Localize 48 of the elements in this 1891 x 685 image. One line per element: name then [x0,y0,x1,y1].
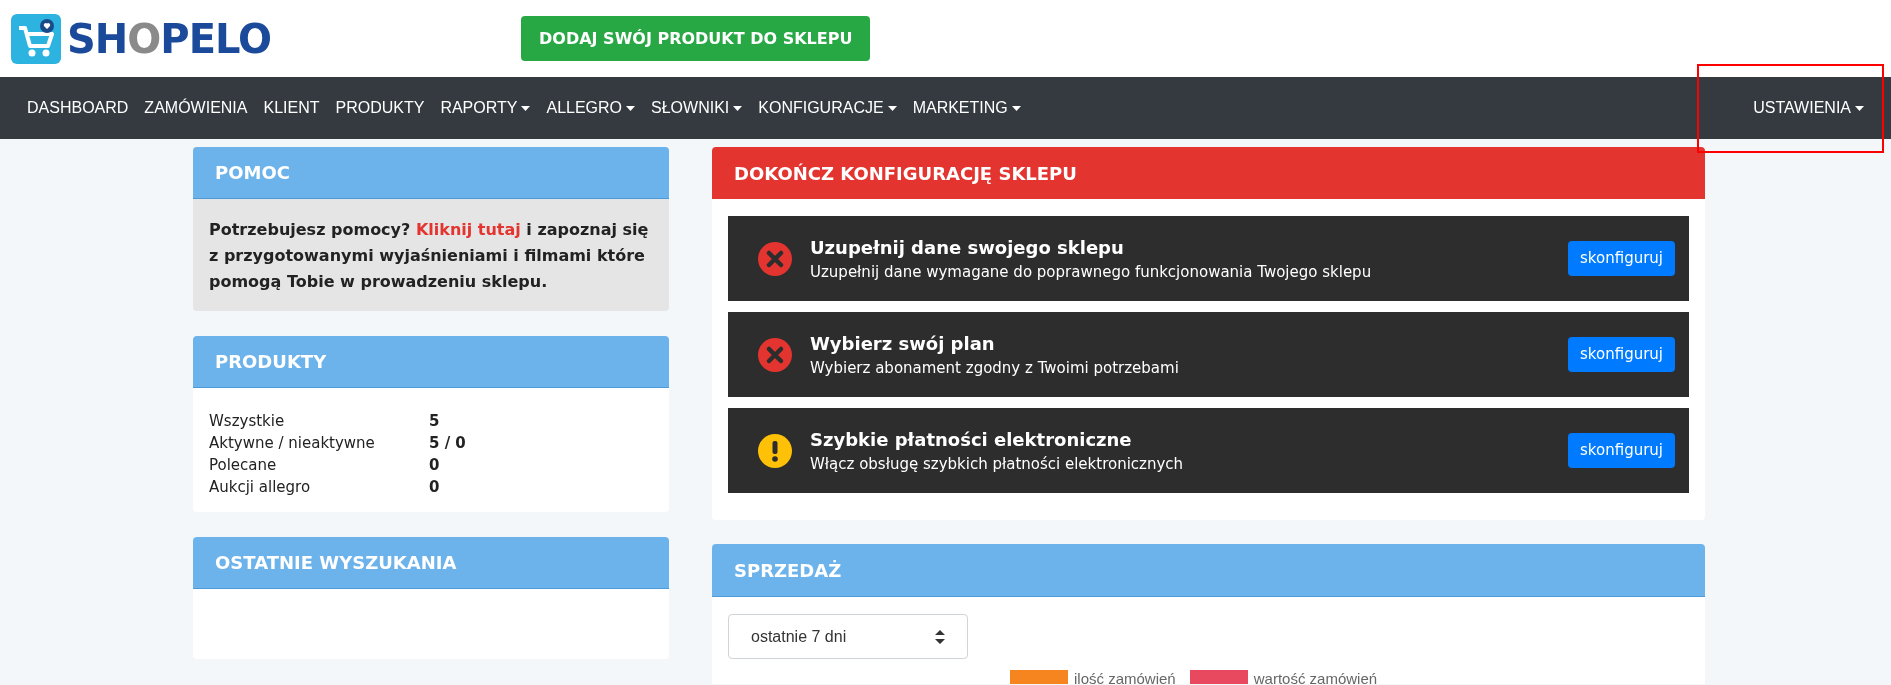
stat-value: 0 [429,477,440,498]
error-icon [758,241,792,276]
configure-button[interactable]: skonfiguruj [1568,337,1675,372]
help-text: Potrzebujesz pomocy? Kliknij tutaj i zapoznaj się z przygotowanymi wyjaśnieniami i filmami które pomogą Tobie w prowadzeniu sklepu. [208,219,650,293]
configure-button[interactable]: skonfiguruj [1568,433,1675,468]
task-title: Wybierz swój plan [810,331,996,356]
nav-link[interactable]: MARKETING [907,96,1026,120]
nav-link[interactable]: KLIENT [258,96,325,120]
cart-logo-icon [11,13,61,64]
caret-icon [887,105,897,111]
period-select[interactable]: ostatnie 7 dni [728,614,968,659]
configure-button[interactable]: skonfiguruj [1568,241,1675,276]
stat-value: 5 [429,411,440,432]
stat-value: 5 / 0 [429,433,466,454]
nav-link[interactable]: ZAMÓWIENIA [139,96,253,120]
panel-title: POMOC [215,161,290,185]
task-title: Szybkie płatności elektroniczne [810,427,1133,452]
nav-link[interactable]: RAPORTY [435,96,536,120]
stat-label: Wszystkie [209,411,286,432]
task-title: Uzupełnij dane swojego sklepu [810,235,1125,260]
logo-text: SHOPELO [67,18,272,59]
nav-link[interactable]: ALLEGRO [541,96,641,120]
panel-title: PRODUKTY [215,350,327,374]
caret-icon [1011,105,1021,111]
error-icon [758,337,792,372]
stat-label: Polecane [209,455,278,476]
sort-arrows-icon [935,629,945,644]
nav-link[interactable]: DASHBOARD [22,96,134,120]
caret-icon [521,105,531,111]
task-description: Włącz obsługę szybkich płatności elektronicznych [810,453,1185,475]
stat-value: 0 [429,455,440,476]
stat-label: Aktywne / nieaktywne [209,433,376,454]
nav-link[interactable]: KONFIGURACJE [753,96,902,120]
task-description: Wybierz abonament zgodny z Twoimi potrzebami [810,357,1180,379]
panel-title: SPRZEDAŻ [734,558,842,583]
nav-link[interactable]: PRODUKTY [330,96,430,120]
nav-link[interactable]: USTAWIENIA [1748,96,1869,120]
nav-link[interactable]: SŁOWNIKI [646,96,748,120]
panel-title: DOKOŃCZ KONFIGURACJĘ SKLEPU [734,161,1077,186]
stat-label: Aukcji allegro [209,477,312,498]
legend-label: ilość zamówień [1074,670,1176,684]
warning-icon [758,433,792,468]
caret-icon [733,105,743,111]
panel-title: OSTATNIE WYSZUKANIA [215,551,457,575]
caret-icon [1855,105,1864,111]
caret-icon [626,105,636,111]
legend-label: wartość zamówień [1253,670,1378,684]
task-description: Uzupełnij dane wymagane do poprawnego funkcjonowania Twojego sklepu [810,261,1373,283]
